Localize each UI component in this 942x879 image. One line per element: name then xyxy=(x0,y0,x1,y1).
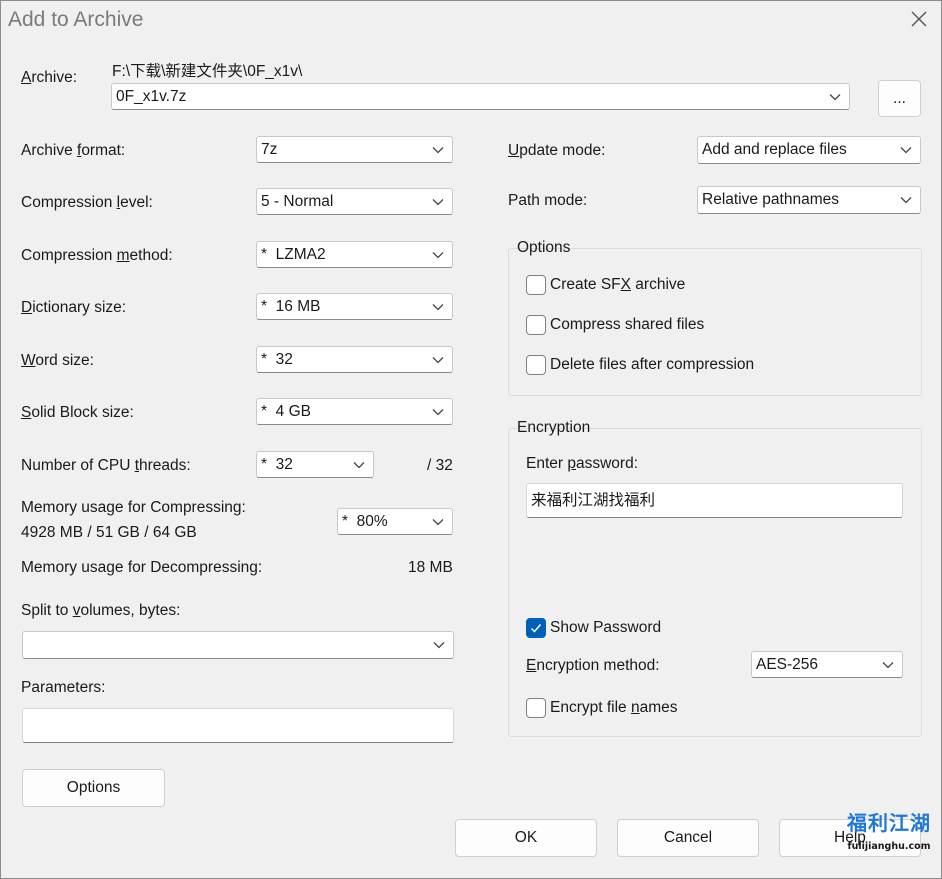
compression-method-label: Compression method: xyxy=(21,247,173,264)
compress-shared-checkbox[interactable] xyxy=(526,315,546,335)
checkmark-icon xyxy=(530,624,542,633)
chevron-down-icon xyxy=(433,642,445,649)
sfx-checkbox[interactable] xyxy=(526,275,546,295)
word-size-label: Word size: xyxy=(21,352,94,369)
parameters-label: Parameters: xyxy=(21,679,106,696)
close-icon xyxy=(911,11,927,27)
solid-block-size-label: Solid Block size: xyxy=(21,404,134,421)
cpu-threads-max: / 32 xyxy=(427,457,453,474)
add-to-archive-dialog: Add to Archive Archive: F:\下载\新建文件夹\0F_x… xyxy=(0,0,942,879)
sfx-label: Create SFX archive xyxy=(550,276,686,293)
split-volumes-combo[interactable] xyxy=(22,631,454,659)
chevron-down-icon xyxy=(432,146,444,153)
options-button[interactable]: Options xyxy=(22,769,165,807)
update-mode-select[interactable]: Add and replace files xyxy=(697,136,921,164)
encryption-method-select[interactable]: AES-256 xyxy=(751,651,903,678)
title-bar: Add to Archive xyxy=(1,1,941,39)
path-mode-label: Path mode: xyxy=(508,192,588,209)
encryption-method-label: Encryption method: xyxy=(526,657,660,674)
ok-button[interactable]: OK xyxy=(455,819,597,857)
word-size-select[interactable]: * 32 xyxy=(256,346,453,373)
archive-format-select[interactable]: 7z xyxy=(256,136,453,163)
split-volumes-label: Split to volumes, bytes: xyxy=(21,602,181,619)
archive-format-label: Archive format: xyxy=(21,142,126,159)
chevron-down-icon xyxy=(353,461,365,468)
chevron-down-icon xyxy=(900,197,912,204)
compression-level-select[interactable]: 5 - Normal xyxy=(256,188,453,215)
encryption-group-title: Encryption xyxy=(517,419,591,436)
window-title: Add to Archive xyxy=(8,8,144,31)
memory-decompress-value: 18 MB xyxy=(408,559,453,576)
dictionary-size-label: Dictionary size: xyxy=(21,299,127,316)
password-input[interactable]: 来福利江湖找福利 xyxy=(526,483,903,518)
path-mode-select[interactable]: Relative pathnames xyxy=(697,186,921,214)
archive-name-value: 0F_x1v.7z xyxy=(116,87,187,105)
chevron-down-icon xyxy=(432,518,444,525)
memory-decompress-label: Memory usage for Decompressing: xyxy=(21,559,263,576)
chevron-down-icon xyxy=(432,251,444,258)
watermark-url: fulijianghu.com xyxy=(847,841,931,852)
compression-method-select[interactable]: * LZMA2 xyxy=(256,241,453,268)
archive-path: F:\下载\新建文件夹\0F_x1v\ xyxy=(112,63,303,80)
enter-password-label: Enter password: xyxy=(526,455,639,472)
watermark-text: 福利江湖 xyxy=(847,811,931,835)
chevron-down-icon xyxy=(432,198,444,205)
show-password-label: Show Password xyxy=(550,619,662,636)
dictionary-size-select[interactable]: * 16 MB xyxy=(256,293,453,320)
chevron-down-icon xyxy=(900,147,912,154)
memory-compress-info: 4928 MB / 51 GB / 64 GB xyxy=(21,524,197,541)
encrypt-names-checkbox[interactable] xyxy=(526,698,546,718)
chevron-down-icon xyxy=(432,303,444,310)
compression-level-label: Compression level: xyxy=(21,194,153,211)
chevron-down-icon xyxy=(829,93,841,100)
encrypt-names-label: Encrypt file names xyxy=(550,699,678,716)
cancel-button[interactable]: Cancel xyxy=(617,819,759,857)
chevron-down-icon xyxy=(882,661,894,668)
parameters-input[interactable] xyxy=(22,708,454,743)
cpu-threads-select[interactable]: * 32 xyxy=(256,451,374,478)
chevron-down-icon xyxy=(432,356,444,363)
cpu-threads-label: Number of CPU threads: xyxy=(21,457,191,474)
memory-usage-select[interactable]: * 80% xyxy=(337,508,453,535)
show-password-checkbox[interactable] xyxy=(526,618,546,638)
encryption-group xyxy=(508,428,922,737)
watermark: 福利江湖 fulijianghu.com xyxy=(843,807,935,863)
update-mode-label: Update mode: xyxy=(508,142,606,159)
browse-button[interactable]: ... xyxy=(878,80,921,117)
options-group-title: Options xyxy=(517,239,571,256)
password-value: 来福利江湖找福利 xyxy=(531,491,656,509)
archive-name-combo[interactable]: 0F_x1v.7z xyxy=(111,83,850,110)
memory-compress-label: Memory usage for Compressing: xyxy=(21,499,246,516)
chevron-down-icon xyxy=(432,408,444,415)
solid-block-size-select[interactable]: * 4 GB xyxy=(256,398,453,425)
close-button[interactable] xyxy=(905,5,933,33)
compress-shared-label: Compress shared files xyxy=(550,316,705,333)
delete-after-label: Delete files after compression xyxy=(550,356,755,373)
delete-after-checkbox[interactable] xyxy=(526,355,546,375)
archive-label: Archive: xyxy=(21,69,77,86)
